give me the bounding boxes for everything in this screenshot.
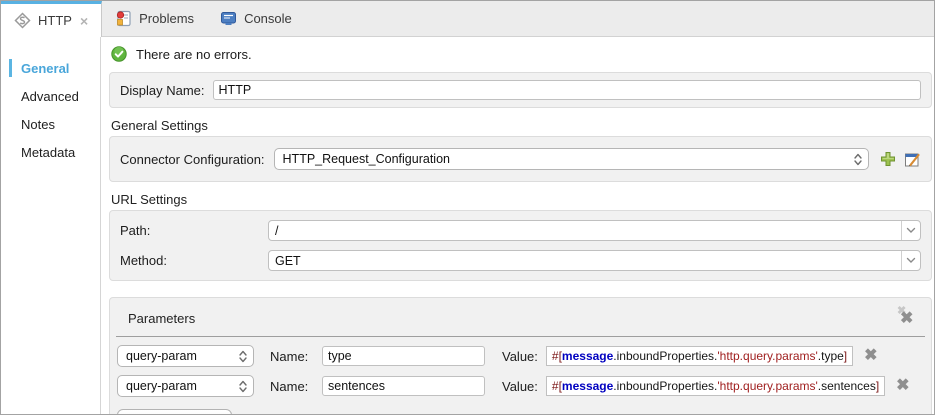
parameter-row: query-param Name: Value: #[message.inbou… bbox=[117, 375, 931, 397]
display-name-group: Display Name: bbox=[109, 72, 932, 108]
tab-label: Problems bbox=[139, 11, 195, 26]
chevron-down-icon[interactable] bbox=[901, 221, 920, 240]
url-settings-title: URL Settings bbox=[111, 192, 188, 207]
parameter-row: query-param Name: Value: #[message.inbou… bbox=[117, 345, 931, 367]
general-settings-group: Connector Configuration: HTTP_Request_Co… bbox=[109, 136, 932, 182]
check-icon bbox=[111, 46, 127, 62]
path-label: Path: bbox=[120, 223, 151, 238]
tab-http[interactable]: HTTP × bbox=[1, 1, 103, 37]
tab-label: Console bbox=[244, 11, 292, 26]
param-type-select[interactable]: query-param bbox=[117, 375, 254, 397]
status-message: There are no errors. bbox=[136, 46, 252, 62]
chevron-down-icon[interactable] bbox=[901, 251, 920, 270]
method-combo[interactable]: GET bbox=[268, 250, 921, 271]
method-value: GET bbox=[275, 253, 301, 268]
validation-status: There are no errors. bbox=[111, 46, 932, 62]
edit-configuration-icon[interactable] bbox=[904, 151, 921, 168]
console-icon bbox=[220, 10, 237, 27]
param-name-input[interactable] bbox=[322, 376, 485, 396]
param-value-input[interactable]: #[message .inboundProperties.'http.query.… bbox=[545, 346, 854, 366]
sidebar-item-metadata[interactable]: Metadata bbox=[1, 139, 100, 167]
param-type-value: query-param bbox=[126, 349, 197, 363]
delete-parameter-icon[interactable]: ✖ bbox=[864, 348, 877, 364]
tab-label: HTTP bbox=[38, 13, 72, 28]
url-settings-group: Path: / Method: GET bbox=[109, 210, 932, 281]
parameters-group: Parameters ✖ ✖ query-param Name: type Va… bbox=[109, 297, 932, 414]
properties-nav-sidebar: General Advanced Notes Metadata bbox=[1, 37, 101, 414]
param-name-label: Name: bbox=[270, 378, 309, 394]
http-connector-icon bbox=[14, 12, 31, 29]
general-settings-title: General Settings bbox=[111, 118, 208, 133]
sidebar-item-notes[interactable]: Notes bbox=[1, 111, 100, 139]
method-label: Method: bbox=[120, 253, 167, 268]
tab-problems[interactable]: Problems bbox=[102, 1, 207, 36]
stepper-icon bbox=[239, 380, 247, 393]
problems-icon bbox=[115, 10, 132, 27]
stepper-icon bbox=[239, 350, 247, 363]
param-value-input[interactable]: #[message .inboundProperties.'http.query.… bbox=[545, 376, 886, 396]
parameters-divider bbox=[116, 336, 925, 337]
tab-console[interactable]: Console bbox=[207, 1, 305, 36]
display-name-input[interactable] bbox=[212, 80, 921, 100]
general-panel: There are no errors. Display Name: Gener… bbox=[101, 37, 934, 414]
param-name-label: Name: bbox=[270, 348, 309, 364]
delete-all-parameters-icon[interactable]: ✖ ✖ bbox=[897, 306, 917, 328]
parameters-title: Parameters bbox=[128, 310, 196, 326]
add-parameter-button[interactable]: Add Parameter bbox=[117, 409, 233, 414]
connector-configuration-select[interactable]: HTTP_Request_Configuration bbox=[273, 148, 869, 170]
properties-editor-window: HTTP × Problems Console General Advanced… bbox=[0, 0, 935, 415]
delete-parameter-icon[interactable]: ✖ bbox=[896, 378, 909, 394]
tab-bar: HTTP × Problems Console bbox=[1, 1, 934, 37]
param-value-label: Value: bbox=[502, 378, 538, 394]
param-type-value: query-param bbox=[126, 379, 197, 393]
param-value-label: Value: bbox=[502, 348, 538, 364]
param-name-input[interactable] bbox=[322, 346, 485, 366]
param-type-select[interactable]: query-param bbox=[117, 345, 254, 367]
path-combo[interactable]: / bbox=[268, 220, 921, 241]
add-configuration-icon[interactable] bbox=[880, 151, 896, 167]
stepper-icon bbox=[854, 153, 862, 166]
close-tab-icon[interactable]: × bbox=[80, 13, 88, 29]
sidebar-item-general[interactable]: General bbox=[1, 55, 100, 83]
display-name-label: Display Name: bbox=[120, 82, 205, 98]
connector-configuration-value: HTTP_Request_Configuration bbox=[282, 152, 450, 166]
sidebar-item-advanced[interactable]: Advanced bbox=[1, 83, 100, 111]
connector-configuration-label: Connector Configuration: bbox=[120, 151, 265, 167]
path-value: / bbox=[275, 223, 279, 238]
